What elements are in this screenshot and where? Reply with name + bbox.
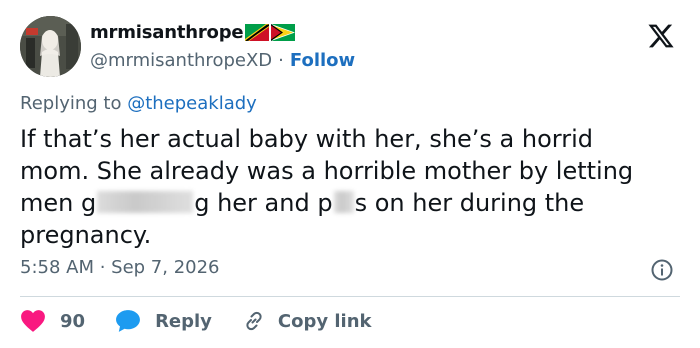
info-icon[interactable]	[650, 258, 674, 282]
timestamp[interactable]: 5:58 AM · Sep 7, 2026	[20, 257, 220, 278]
reply-bubble-icon	[116, 310, 140, 332]
censored-blur	[97, 191, 194, 213]
separator: ·	[278, 50, 284, 71]
heart-icon	[21, 310, 45, 332]
user-names: mrmisanthrope @mrmisanthropeXD · Follow	[90, 20, 355, 72]
tweet-line: If that’s her actual baby with her, she’…	[20, 125, 593, 153]
tweet-text: If that’s her actual baby with her, she’…	[20, 123, 680, 251]
display-name-row: mrmisanthrope	[90, 20, 355, 44]
x-logo-icon[interactable]	[646, 22, 676, 50]
censored-blur	[333, 191, 354, 213]
divider	[20, 296, 680, 297]
link-icon	[246, 311, 262, 331]
reply-button[interactable]: Reply	[115, 309, 212, 333]
handle[interactable]: @mrmisanthropeXD	[90, 50, 272, 71]
copy-link-button[interactable]: Copy link	[242, 309, 372, 333]
tweet-header: mrmisanthrope @mrmisanthropeXD · Follow	[20, 16, 680, 78]
tweet-line: pregnancy.	[20, 221, 152, 249]
saint-kitts-and-nevis-flag-icon	[245, 23, 270, 41]
reply-mention-link[interactable]: @thepeaklady	[127, 93, 257, 114]
replying-to: Replying to @thepeaklady	[20, 93, 257, 114]
like-count: 90	[60, 310, 86, 332]
copy-link-label: Copy link	[277, 310, 372, 332]
follow-button[interactable]: Follow	[290, 50, 355, 71]
avatar[interactable]	[20, 16, 81, 77]
action-bar: 90 Reply Copy link	[20, 306, 372, 336]
replying-prefix: Replying to	[20, 93, 122, 114]
display-name[interactable]: mrmisanthrope	[90, 22, 244, 43]
guyana-flag-icon	[271, 23, 296, 41]
tweet-line: mom. She already was a horrible mother b…	[20, 157, 634, 185]
tweet-line: men g g her and p s on her during the	[20, 187, 680, 219]
reply-label: Reply	[155, 310, 212, 332]
like-button[interactable]: 90	[20, 309, 85, 333]
tweet-fragment: g her and p	[194, 189, 333, 217]
handle-row: @mrmisanthropeXD · Follow	[90, 50, 355, 71]
tweet-fragment: men g	[20, 189, 97, 217]
tweet-fragment: s on her during the	[354, 189, 585, 217]
